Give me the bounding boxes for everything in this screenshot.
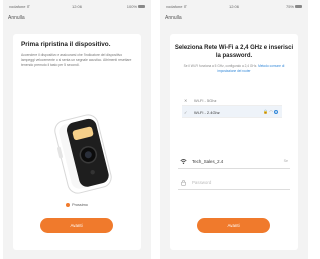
battery-label: 75% [285,4,294,9]
page-title: Prima ripristina il dispositivo. [21,41,111,48]
battery-icon [138,5,145,9]
wifi-setup-screen: vodafone IT 12:06 75% Annulla Seleziona … [160,0,308,259]
reset-device-screen: vodafone IT 12:06 100% Annulla Prima rip… [3,0,151,259]
page-title: Seleziona Rete Wi-Fi a 2,4 GHz e inseris… [174,45,294,59]
subtitle-text: Se il Wi-Fi funziona a 5 GHz, configural… [183,64,258,68]
wifi-network-5ghz[interactable]: ✕ Wi-Fi - 5Ghz [182,94,282,106]
content-card: Seleziona Rete Wi-Fi a 2,4 GHz e inseris… [170,34,298,250]
battery-label: 100% [126,4,137,9]
camera-illustration [54,114,112,194]
password-input[interactable] [192,180,272,185]
change-network-link[interactable]: Se [284,159,288,163]
wifi-network-2-4ghz[interactable]: ✓ Wi-Fi - 2.4Ghz 🔒 ◠ i [182,106,282,118]
battery-indicator: 100% [127,4,145,9]
lock-icon [181,180,186,186]
ssid-field[interactable]: Tech_Sales_2.4 Se [178,155,290,169]
next-button[interactable]: Avanti [40,218,113,233]
subtitle: Se il Wi-Fi funziona a 5 GHz, configural… [176,64,292,73]
content-card: Prima ripristina il dispositivo. Accende… [13,34,141,250]
wifi-network-list: ✕ Wi-Fi - 5Ghz ✓ Wi-Fi - 2.4Ghz 🔒 ◠ i [182,94,282,118]
battery-indicator: 75% [286,4,302,9]
status-bar: vodafone IT 12:06 100% [3,3,151,11]
password-field[interactable] [178,176,290,190]
wifi-icon [180,158,187,165]
checkmark-icon: ✓ [184,110,188,115]
battery-icon [295,5,302,9]
ssid-value: Tech_Sales_2.4 [192,159,224,164]
cancel-link[interactable]: Annulla [8,15,25,21]
info-icon[interactable]: i [274,109,278,114]
lock-wifi-icon: 🔒 ◠ [263,109,273,114]
radio-label: Prossimo [72,203,88,207]
wifi-network-name: Wi-Fi - 5Ghz [194,98,217,103]
wifi-network-name: Wi-Fi - 2.4Ghz [194,110,220,115]
cancel-link[interactable]: Annulla [165,15,182,21]
network-status-icons: 🔒 ◠ i [263,109,278,114]
unsupported-icon: ✕ [184,98,188,103]
instructions-text: Accendere il dispositivo e assicurarsi c… [21,53,132,68]
radio-confirm[interactable]: Prossimo [13,203,141,207]
next-button[interactable]: Avanti [197,218,270,233]
status-bar: vodafone IT 12:06 75% [160,3,308,11]
radio-selected-icon [66,203,71,207]
